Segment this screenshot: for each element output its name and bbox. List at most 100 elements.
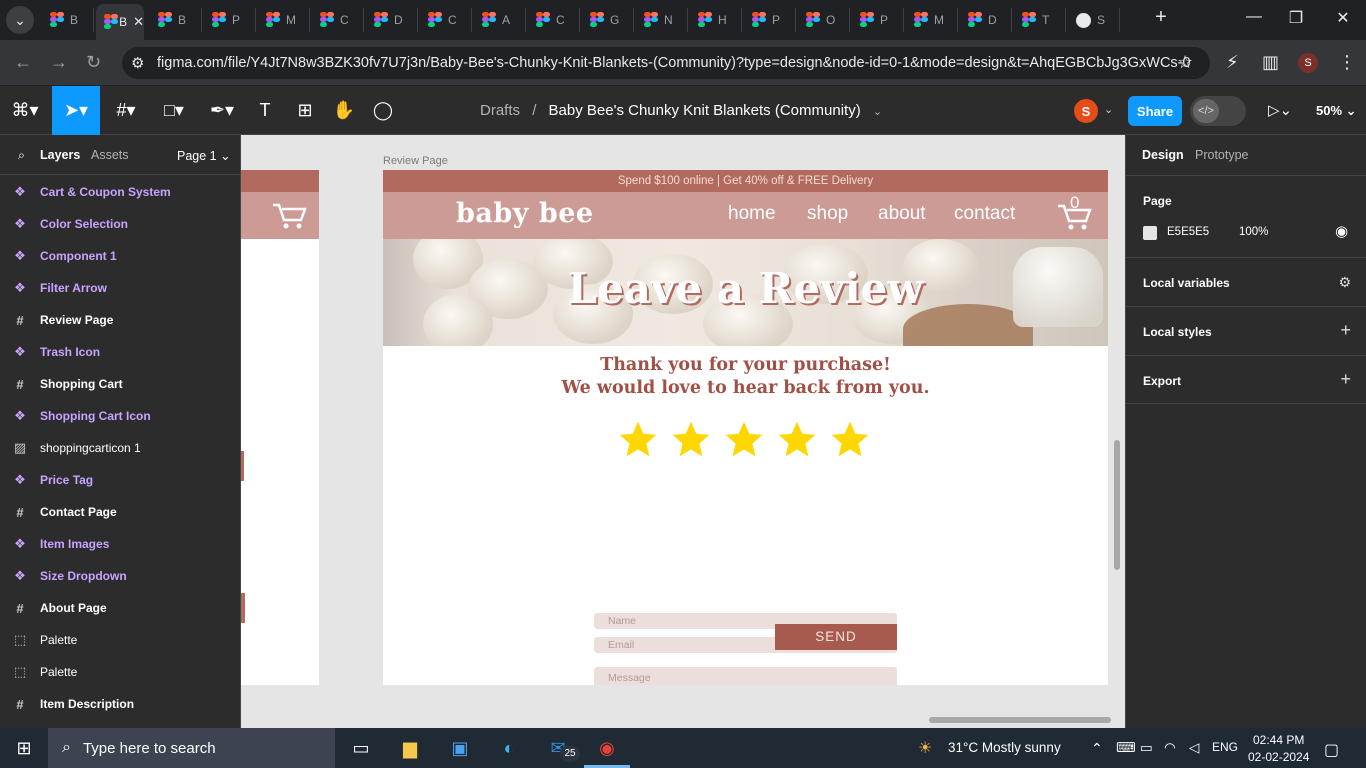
taskbar-search[interactable]: ⌕ Type here to search [48, 728, 335, 768]
adjacent-frame[interactable] [241, 170, 319, 685]
site-info-icon[interactable]: ⚙ [131, 54, 144, 72]
chrome-icon[interactable]: ◉ [594, 735, 620, 761]
layer-item[interactable]: ▨ shoppingcarticon 1 [0, 432, 241, 464]
collaborator-avatar[interactable]: S [1074, 99, 1098, 123]
forward-icon[interactable]: → [50, 52, 68, 73]
browser-tab[interactable]: P [744, 8, 796, 32]
add-export-icon[interactable]: + [1340, 369, 1351, 390]
present-icon[interactable]: ▷⌄ [1268, 101, 1292, 119]
pen-tool-icon[interactable]: ✒▾ [200, 86, 244, 135]
store-icon[interactable]: ▣ [447, 735, 473, 761]
layer-item[interactable]: # About Page [0, 592, 241, 624]
page-selector[interactable]: Page 1 ⌄ [177, 148, 231, 163]
layer-item[interactable]: ⬚ Palette [0, 624, 241, 656]
shape-tool-icon[interactable]: □▾ [152, 86, 196, 135]
browser-tab[interactable]: D [366, 8, 418, 32]
dev-mode-toggle[interactable]: </> [1190, 96, 1246, 126]
new-tab-button[interactable]: + [1138, 6, 1184, 29]
star-icon[interactable] [775, 418, 819, 462]
back-icon[interactable]: ← [14, 52, 32, 73]
message-field[interactable]: Message [594, 667, 897, 685]
layer-item[interactable]: ❖ Color Selection [0, 208, 241, 240]
extensions-icon[interactable]: ⚡ [1226, 52, 1239, 73]
page-color-hex[interactable]: E5E5E5 [1167, 226, 1209, 238]
file-explorer-icon[interactable]: ▆ [397, 735, 423, 761]
task-view-icon[interactable]: ▭ [348, 735, 374, 761]
breadcrumb-drafts[interactable]: Drafts [480, 102, 520, 119]
star-icon[interactable] [828, 418, 872, 462]
browser-tab[interactable]: N [636, 8, 688, 32]
layer-item[interactable]: # Shopping Cart [0, 368, 241, 400]
nav-about[interactable]: about [878, 203, 926, 225]
clock-date[interactable]: 02-02-2024 [1248, 750, 1309, 764]
page-opacity[interactable]: 100% [1239, 226, 1268, 238]
browser-tab[interactable]: C [312, 8, 364, 32]
browser-tab[interactable]: B [150, 8, 202, 32]
tab-assets[interactable]: Assets [91, 148, 129, 162]
browser-tab[interactable]: S [1068, 8, 1120, 32]
layer-item[interactable]: # Contact Page [0, 496, 241, 528]
star-icon[interactable] [669, 418, 713, 462]
weather-text[interactable]: 31°C Mostly sunny [948, 740, 1061, 755]
horizontal-scrollbar[interactable] [929, 717, 1111, 723]
browser-tab[interactable]: A [474, 8, 526, 32]
resources-icon[interactable]: ⊞ [285, 86, 325, 135]
main-menu-icon[interactable]: ⌘▾ [0, 86, 50, 135]
layer-item[interactable]: ❖ Component 1 [0, 240, 241, 272]
tray-chevron-icon[interactable]: ⌃ [1091, 740, 1103, 757]
browser-tab[interactable]: M [258, 8, 310, 32]
bookmark-star-icon[interactable]: ☆ [1177, 52, 1193, 73]
browser-tab[interactable]: C [528, 8, 580, 32]
canvas[interactable]: Review Page Spend $100 online | Get 40% … [241, 135, 1125, 728]
language-indicator[interactable]: ENG [1212, 740, 1238, 754]
browser-tab[interactable]: O [798, 8, 850, 32]
search-icon[interactable]: ⌕ [18, 148, 25, 163]
browser-menu-icon[interactable]: ⋮ [1338, 52, 1356, 73]
tab-prototype[interactable]: Prototype [1195, 148, 1249, 162]
edge-icon[interactable]: ◐ [496, 735, 522, 761]
tab-layers[interactable]: Layers [40, 148, 80, 162]
browser-tab[interactable]: P [852, 8, 904, 32]
page-color-swatch[interactable] [1143, 226, 1157, 240]
browser-tab[interactable]: G [582, 8, 634, 32]
vertical-scrollbar[interactable] [1114, 440, 1120, 570]
browser-tab[interactable]: B ✕ [96, 4, 144, 40]
reload-icon[interactable]: ↻ [86, 52, 101, 73]
frame-label[interactable]: Review Page [383, 155, 448, 167]
layer-item[interactable]: ❖ Price Tag [0, 464, 241, 496]
zoom-level[interactable]: 50% ⌄ [1316, 103, 1357, 119]
review-page-frame[interactable]: Spend $100 online | Get 40% off & FREE D… [383, 170, 1108, 685]
minimize-icon[interactable]: — [1231, 8, 1277, 26]
layer-item[interactable]: ❖ Shopping Cart Icon [0, 400, 241, 432]
nav-contact[interactable]: contact [954, 203, 1015, 225]
browser-tab[interactable]: M [906, 8, 958, 32]
frame-tool-icon[interactable]: #▾ [104, 86, 148, 135]
browser-tab[interactable]: D [960, 8, 1012, 32]
browser-tab[interactable]: C [420, 8, 472, 32]
nav-shop[interactable]: shop [807, 203, 848, 225]
restore-icon[interactable]: ❐ [1273, 8, 1319, 28]
layer-item[interactable]: ❖ Trash Icon [0, 336, 241, 368]
share-button[interactable]: Share [1128, 96, 1182, 126]
variables-settings-icon[interactable]: ⚙ [1338, 274, 1351, 291]
clock-time[interactable]: 02:44 PM [1253, 733, 1304, 747]
comment-tool-icon[interactable]: ◯ [363, 86, 403, 135]
close-window-icon[interactable]: ✕ [1320, 8, 1366, 28]
tray-network-icon[interactable]: ⌨ [1116, 740, 1136, 756]
text-tool-icon[interactable]: T [245, 86, 285, 135]
volume-icon[interactable]: ◁ [1189, 740, 1199, 756]
battery-icon[interactable]: ▭ [1140, 740, 1153, 756]
wifi-icon[interactable]: ◠ [1164, 740, 1176, 756]
star-icon[interactable] [722, 418, 766, 462]
visibility-eye-icon[interactable]: ◉ [1335, 222, 1348, 240]
notifications-icon[interactable]: ▢ [1324, 740, 1339, 760]
star-icon[interactable] [616, 418, 660, 462]
browser-tab[interactable]: T [1014, 8, 1066, 32]
chevron-down-icon[interactable]: ⌄ [1104, 103, 1113, 116]
hand-tool-icon[interactable]: ✋ [324, 86, 364, 135]
layer-item[interactable]: # Review Page [0, 304, 241, 336]
tab-search-icon[interactable]: ⌄ [6, 6, 34, 34]
weather-icon[interactable]: ☀ [918, 738, 932, 758]
layer-item[interactable]: ❖ Filter Arrow [0, 272, 241, 304]
profile-avatar[interactable]: S [1298, 53, 1318, 73]
